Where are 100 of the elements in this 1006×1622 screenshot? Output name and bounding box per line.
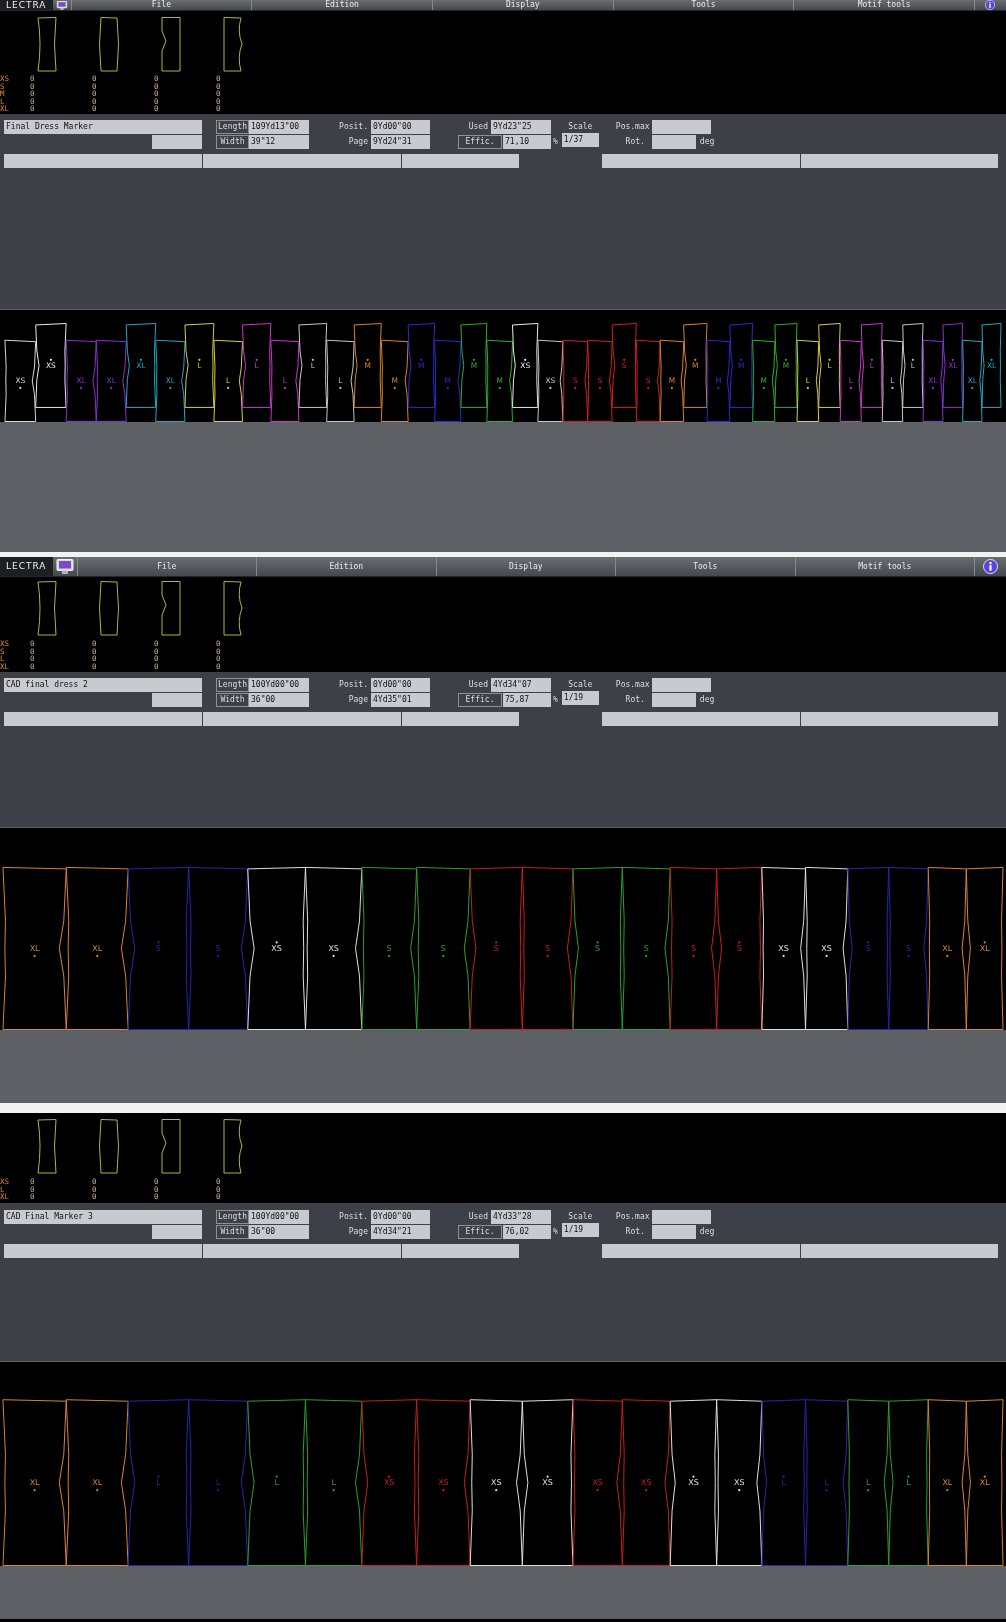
used-field[interactable]: 4Yd34"07 [491, 678, 551, 692]
piece-outline-icon[interactable] [160, 17, 182, 72]
scale-label: Scale [568, 121, 593, 133]
size-label: S [386, 944, 392, 958]
length-label: Length [216, 678, 249, 692]
input-field[interactable] [152, 135, 202, 149]
page-label: Page [348, 1226, 368, 1238]
size-label: S [440, 944, 446, 958]
piece-outline-icon[interactable] [36, 17, 58, 72]
piece-outline-icon[interactable] [160, 581, 182, 636]
monitor-icon[interactable] [55, 559, 74, 574]
menu-item[interactable]: File [70, 0, 252, 10]
size-label: XL [942, 1478, 953, 1492]
width-label: Width [216, 135, 249, 149]
position-field[interactable]: 0Yd00"00 [371, 678, 430, 692]
input-field[interactable] [651, 1225, 696, 1239]
menu-item[interactable]: Display [431, 0, 613, 10]
input-field[interactable] [402, 712, 519, 726]
length-field[interactable]: 100Yd00"00 [249, 1210, 309, 1224]
menu-item[interactable]: Motif tools [793, 0, 974, 10]
input-field[interactable] [602, 1244, 800, 1258]
menu-item[interactable]: File [76, 557, 257, 576]
page-label: Page [348, 136, 368, 148]
position-label: Posit. [339, 121, 368, 133]
input-field[interactable] [4, 1244, 202, 1258]
size-label: L [274, 1475, 279, 1488]
input-field[interactable] [402, 154, 519, 168]
input-field[interactable] [152, 1225, 202, 1239]
piece-outline-icon[interactable] [222, 1119, 244, 1174]
input-field[interactable] [801, 154, 998, 168]
marker-name-field[interactable]: CAD final dress 2 [4, 678, 202, 692]
size-label: S [155, 941, 161, 954]
input-field[interactable] [801, 1244, 998, 1258]
input-field[interactable] [651, 120, 711, 134]
piece-outline-icon[interactable] [98, 17, 120, 72]
menu-item[interactable]: Edition [251, 0, 432, 10]
width-label: Width [216, 1225, 249, 1239]
page-field[interactable]: 4Yd34"21 [371, 1225, 430, 1239]
input-field[interactable] [4, 154, 202, 168]
width-field[interactable]: 36"00 [249, 693, 309, 707]
efficiency-field[interactable]: 75,87 [503, 693, 551, 707]
percent-sign: % [553, 1226, 558, 1238]
width-label: Width [216, 693, 249, 707]
piece-outline-icon[interactable] [36, 1119, 58, 1174]
input-field[interactable] [203, 1244, 401, 1258]
piece-outline-icon[interactable] [36, 581, 58, 636]
used-field[interactable]: 4Yd33"28 [491, 1210, 551, 1224]
size-label: XL [29, 944, 40, 958]
length-field[interactable]: 100Yd00"00 [249, 678, 309, 692]
size-label: XL [942, 944, 953, 958]
marker-name-field[interactable]: CAD Final Marker 3 [4, 1210, 202, 1224]
pos-max-label: Pos.max [615, 121, 651, 133]
input-field[interactable] [152, 693, 202, 707]
monitor-icon[interactable] [55, 0, 68, 10]
position-field[interactable]: 0Yd00"00 [371, 120, 430, 134]
page-label: Page [348, 694, 368, 706]
piece-outline-icon[interactable] [98, 1119, 120, 1174]
scale-field[interactable]: 1/37 [561, 133, 599, 147]
input-field[interactable] [801, 712, 998, 726]
size-label: XS [778, 944, 789, 958]
piece-outline-icon[interactable] [98, 581, 120, 636]
efficiency-field[interactable]: 76,02 [503, 1225, 551, 1239]
info-icon[interactable] [985, 0, 996, 10]
scale-field[interactable]: 1/19 [561, 691, 599, 705]
width-field[interactable]: 36"00 [249, 1225, 309, 1239]
input-field[interactable] [4, 712, 202, 726]
piece-outline-icon[interactable] [222, 581, 244, 636]
menu-item[interactable]: Motif tools [794, 557, 975, 576]
page-field[interactable]: 4Yd35"01 [371, 693, 430, 707]
used-label: Used [468, 1211, 488, 1223]
input-field[interactable] [602, 712, 800, 726]
piece-outline-icon[interactable] [160, 1119, 182, 1174]
length-field[interactable]: 109Yd13"00 [249, 120, 309, 134]
menu-item[interactable]: Edition [256, 557, 436, 576]
input-field[interactable] [651, 693, 696, 707]
menu-item[interactable]: Tools [612, 0, 794, 10]
size-label: S [865, 941, 871, 954]
info-icon[interactable] [983, 559, 999, 574]
efficiency-field[interactable]: 71,10 [503, 135, 551, 149]
input-field[interactable] [651, 1210, 711, 1224]
page-field[interactable]: 9Yd24"31 [371, 135, 430, 149]
size-label: XS [734, 1478, 745, 1492]
marker-name-field[interactable]: Final Dress Marker [4, 120, 202, 134]
width-field[interactable]: 39"12 [249, 135, 309, 149]
menu-item[interactable]: Tools [615, 557, 795, 576]
size-label: XS [271, 941, 282, 954]
pos-max-label: Pos.max [615, 679, 651, 691]
size-label: XL [92, 1478, 103, 1492]
used-field[interactable]: 9Yd23"25 [491, 120, 551, 134]
menu-item[interactable]: Display [435, 557, 616, 576]
input-field[interactable] [651, 135, 696, 149]
piece-outline-icon[interactable] [222, 17, 244, 72]
input-field[interactable] [602, 154, 800, 168]
position-field[interactable]: 0Yd00"00 [371, 1210, 430, 1224]
rotation-label: Rot. [624, 694, 645, 706]
input-field[interactable] [651, 678, 711, 692]
scale-field[interactable]: 1/19 [561, 1223, 599, 1237]
input-field[interactable] [203, 154, 401, 168]
input-field[interactable] [203, 712, 401, 726]
input-field[interactable] [402, 1244, 519, 1258]
